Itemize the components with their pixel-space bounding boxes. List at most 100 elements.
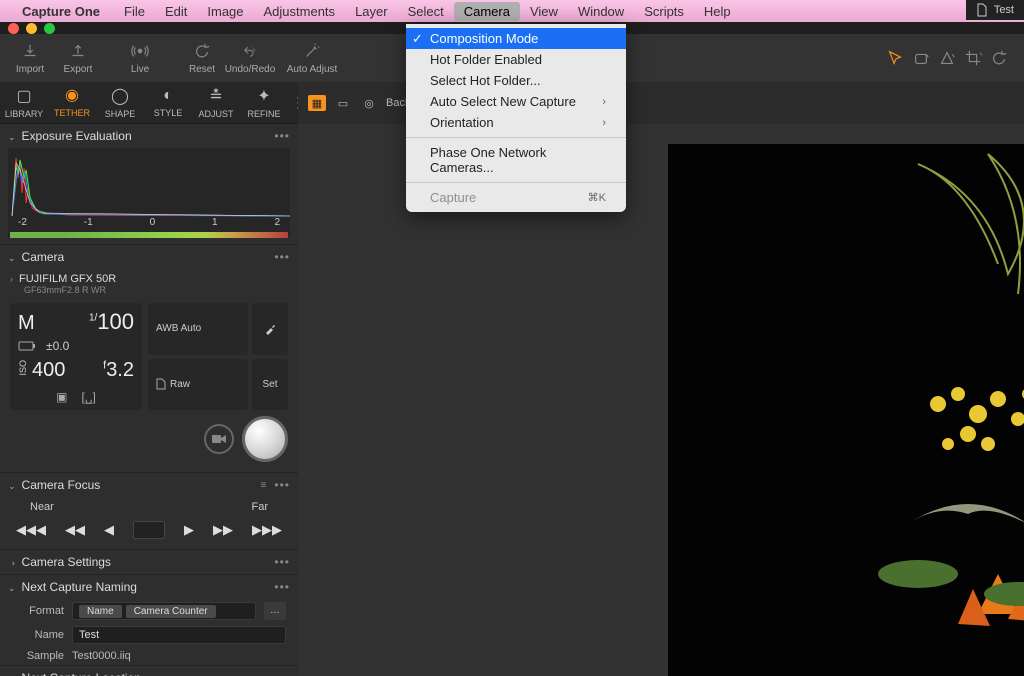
focus-far-3-button[interactable]: ▶▶▶ [252, 522, 282, 538]
record-button[interactable] [204, 424, 234, 454]
camera-model: FUJIFILM GFX 50R [19, 273, 116, 285]
panel-header[interactable]: ⌄Exposure Evaluation ••• [0, 124, 298, 148]
camera-settings-panel: ⌄Camera Settings ••• [0, 550, 298, 575]
menu-file[interactable]: File [114, 2, 155, 21]
menu-help[interactable]: Help [694, 2, 741, 21]
panel-menu-icon[interactable]: ••• [274, 580, 290, 594]
mask-tool-icon[interactable] [938, 49, 956, 67]
menu-window[interactable]: Window [568, 2, 634, 21]
panel-menu-icon[interactable]: ••• [274, 555, 290, 569]
menu-item-select-hot-folder-[interactable]: Select Hot Folder... [406, 70, 626, 91]
document-tab-label: Test [994, 4, 1014, 16]
hand-tool-icon[interactable] [912, 49, 930, 67]
preset-icon[interactable]: ≡ [261, 480, 267, 491]
tab-style[interactable]: ◐STYLE [144, 82, 192, 124]
af-icon[interactable]: [␣] [82, 390, 96, 404]
export-button[interactable]: Export [54, 35, 102, 81]
format-tokens-field[interactable]: Name Camera Counter [72, 602, 256, 620]
focus-far-1-button[interactable]: ▶ [184, 522, 194, 538]
app-name[interactable]: Capture One [22, 4, 100, 19]
aperture-value: 3.2 [106, 359, 134, 381]
token-camera-counter[interactable]: Camera Counter [126, 605, 216, 618]
camera-mode: M [18, 312, 35, 335]
camera-settings-block[interactable]: M 1/100 ±0.0 ISO 400 f3.2 [10, 303, 142, 410]
zoom-icon[interactable] [44, 23, 55, 34]
focus-far-2-button[interactable]: ▶▶ [213, 522, 233, 538]
menu-view[interactable]: View [520, 2, 568, 21]
multi-view-icon[interactable]: ◎ [360, 95, 378, 111]
document-tab[interactable]: Test [966, 0, 1024, 20]
capture-button[interactable] [242, 416, 288, 462]
single-view-icon[interactable]: ▭ [334, 95, 352, 111]
left-sidebar: ⌄Exposure Evaluation ••• -2-1012 ⌄Camera… [0, 124, 298, 676]
panel-header[interactable]: ⌄Camera ••• [0, 245, 298, 269]
panel-menu-icon[interactable]: ••• [274, 478, 290, 492]
menu-adjustments[interactable]: Adjustments [254, 2, 346, 21]
cursor-tools [886, 49, 1018, 67]
chevron-right-icon[interactable]: › [10, 274, 13, 284]
sample-value: Test0000.iiq [72, 650, 131, 662]
menu-item-capture: Capture⌘K [406, 187, 626, 208]
meter-icon[interactable]: ▣ [56, 390, 67, 404]
histogram: -2-1012 [8, 148, 290, 238]
panel-menu-icon[interactable]: ••• [274, 671, 290, 676]
menu-item-phase-one-network-cameras-[interactable]: Phase One Network Cameras... [406, 142, 626, 178]
focus-near-3-button[interactable]: ◀◀◀ [16, 522, 46, 538]
focus-value-input[interactable] [133, 521, 165, 539]
eyedropper-button[interactable] [252, 303, 288, 355]
preview-image [668, 144, 1024, 676]
wb-button[interactable]: AWB Auto [148, 303, 248, 355]
tab-shape[interactable]: ◯SHAPE [96, 82, 144, 124]
menu-scripts[interactable]: Scripts [634, 2, 694, 21]
panel-header[interactable]: ⌄Camera Focus ≡••• [0, 473, 298, 497]
format-button[interactable]: Raw [148, 359, 248, 411]
menu-select[interactable]: Select [398, 2, 454, 21]
iso-value: 400 [32, 359, 65, 382]
tab-refine[interactable]: ✦REFINE [240, 82, 288, 124]
tab-tether[interactable]: ◉TETHER [48, 82, 96, 124]
menu-item-composition-mode[interactable]: ✓Composition Mode [406, 28, 626, 49]
rotate-tool-icon[interactable] [990, 49, 1008, 67]
pointer-tool-icon[interactable] [886, 49, 904, 67]
panel-header[interactable]: ⌄Next Capture Naming ••• [0, 575, 298, 599]
tab-library[interactable]: ▢LIBRARY [0, 82, 48, 124]
menu-camera[interactable]: Camera [454, 2, 520, 21]
undo-redo-button[interactable]: Undo/Redo [226, 35, 274, 81]
menu-edit[interactable]: Edit [155, 2, 197, 21]
focus-near-2-button[interactable]: ◀◀ [65, 522, 85, 538]
exposure-meter [10, 232, 288, 238]
next-capture-location-panel: ⌄Next Capture Location ••• Destination C… [0, 666, 298, 676]
minimize-icon[interactable] [26, 23, 37, 34]
tab-adjust[interactable]: ≛ADJUST [192, 82, 240, 124]
camera-lens: GF63mmF2.8 R WR [10, 285, 288, 295]
auto-adjust-button[interactable]: Auto Adjust [282, 35, 342, 81]
live-button[interactable]: Live [116, 35, 164, 81]
camera-menu-dropdown: ✓Composition ModeHot Folder EnabledSelec… [406, 24, 626, 212]
grid-view-icon[interactable]: ▦ [308, 95, 326, 111]
exposure-evaluation-panel: ⌄Exposure Evaluation ••• -2-1012 [0, 124, 298, 245]
ev-value: ±0.0 [46, 339, 69, 353]
set-button[interactable]: Set [252, 359, 288, 411]
token-name[interactable]: Name [79, 605, 122, 618]
menu-layer[interactable]: Layer [345, 2, 398, 21]
battery-icon [18, 341, 36, 351]
panel-header[interactable]: ⌄Next Capture Location ••• [0, 666, 298, 676]
crop-tool-icon[interactable] [964, 49, 982, 67]
panel-menu-icon[interactable]: ••• [274, 129, 290, 143]
focus-controls: ◀◀◀ ◀◀ ◀ ▶ ▶▶ ▶▶▶ [0, 517, 298, 549]
menu-item-orientation[interactable]: Orientation› [406, 112, 626, 133]
reset-button[interactable]: Reset [178, 35, 226, 81]
macos-menubar: Capture One FileEditImageAdjustmentsLaye… [0, 0, 1024, 22]
menu-item-hot-folder-enabled[interactable]: Hot Folder Enabled [406, 49, 626, 70]
panel-menu-icon[interactable]: ••• [274, 250, 290, 264]
name-input[interactable]: Test [72, 626, 286, 644]
menu-item-auto-select-new-capture[interactable]: Auto Select New Capture› [406, 91, 626, 112]
focus-near-1-button[interactable]: ◀ [104, 522, 114, 538]
format-more-button[interactable]: … [264, 602, 286, 620]
camera-focus-panel: ⌄Camera Focus ≡••• Near Far ◀◀◀ ◀◀ ◀ ▶ ▶… [0, 473, 298, 550]
panel-header[interactable]: ⌄Camera Settings ••• [0, 550, 298, 574]
shutter-value: 100 [97, 309, 134, 334]
menu-image[interactable]: Image [197, 2, 253, 21]
import-button[interactable]: Import [6, 35, 54, 81]
close-icon[interactable] [8, 23, 19, 34]
